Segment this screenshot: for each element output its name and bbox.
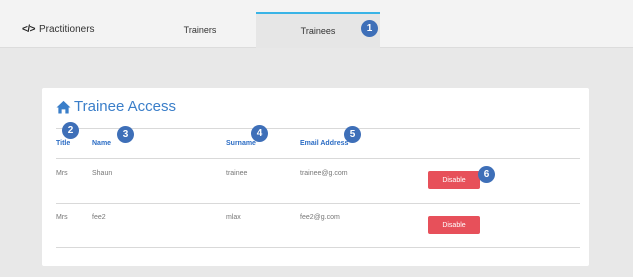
row-title: Mrs: [56, 170, 68, 177]
disable-button[interactable]: Disable: [428, 216, 480, 234]
annotation-marker-5: 5: [344, 126, 361, 143]
top-navigation-bar: </> Practitioners Trainers Trainees: [0, 0, 633, 48]
brand-practitioners[interactable]: </> Practitioners: [22, 24, 95, 35]
brand-label: Practitioners: [38, 24, 95, 35]
row-email: trainee@g.com: [300, 170, 348, 177]
column-header-surname: Surname: [226, 140, 256, 147]
row-surname: trainee: [226, 170, 248, 177]
row-name: fee2: [92, 214, 106, 221]
header-divider: [56, 158, 580, 159]
annotation-marker-1: 1: [361, 20, 378, 37]
tab-trainers-label: Trainers: [183, 25, 217, 35]
disable-button[interactable]: Disable: [428, 171, 480, 189]
tab-trainers[interactable]: Trainers: [150, 12, 250, 48]
title-divider: [56, 128, 580, 129]
trainee-access-card: Trainee Access Title Name Surname Email …: [42, 88, 589, 266]
row-title: Mrs: [56, 214, 68, 221]
tab-trainees-label: Trainees: [300, 26, 336, 36]
column-header-name: Name: [92, 140, 112, 147]
column-header-email: Email Address: [300, 140, 349, 147]
code-icon: </>: [22, 24, 35, 35]
annotation-marker-6: 6: [478, 166, 495, 183]
annotation-marker-2: 2: [62, 122, 79, 139]
card-title-text: Trainee Access: [74, 98, 176, 115]
row-name: Shaun: [92, 170, 113, 177]
annotation-marker-3: 3: [117, 126, 134, 143]
card-title: Trainee Access: [56, 98, 176, 115]
row-divider: [56, 247, 580, 248]
home-icon: [56, 100, 71, 114]
column-header-title: Title: [56, 140, 71, 147]
row-surname: mlax: [226, 214, 241, 221]
annotation-marker-4: 4: [251, 125, 268, 142]
row-email: fee2@g.com: [300, 214, 340, 221]
row-divider: [56, 203, 580, 204]
